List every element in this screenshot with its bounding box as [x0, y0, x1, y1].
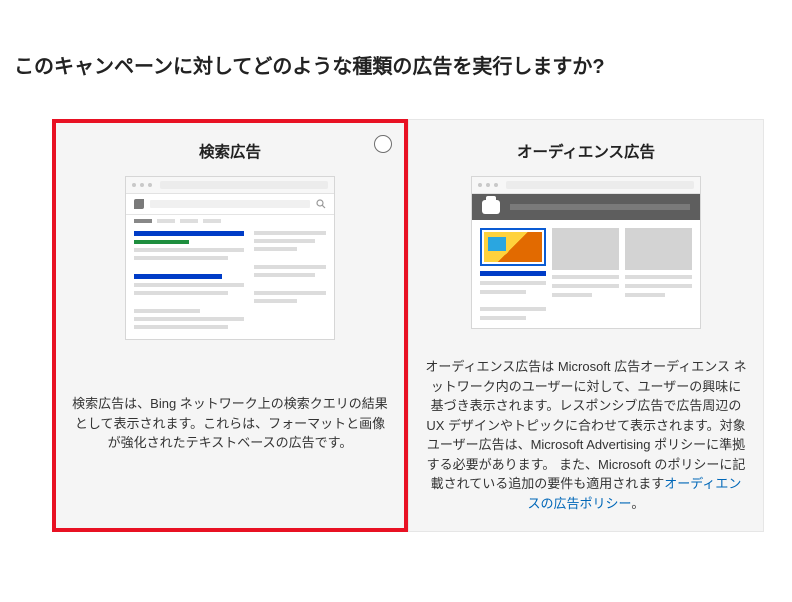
search-icon [316, 199, 326, 209]
illustration-search [69, 176, 391, 340]
page-title: このキャンペーンに対してどのような種類の広告を実行しますか? [14, 50, 778, 79]
card-search-desc: 検索広告は、Bing ネットワーク上の検索クエリの結果として表示されます。これら… [69, 394, 391, 453]
illustration-audience [425, 176, 747, 329]
card-audience-title: オーディエンス広告 [425, 140, 747, 162]
card-search-title: 検索広告 [69, 140, 391, 162]
card-audience-desc-suffix: 。 [631, 496, 644, 511]
ad-type-options: 検索広告 [14, 119, 778, 532]
card-audience-desc-text: オーディエンス広告は Microsoft 広告オーディエンス ネットワーク内のユ… [425, 359, 746, 491]
card-audience-desc: オーディエンス広告は Microsoft 広告オーディエンス ネットワーク内のユ… [425, 357, 747, 513]
radio-search-ads[interactable] [374, 135, 392, 153]
bing-icon [134, 199, 144, 209]
camera-icon [482, 200, 500, 214]
card-audience-ads[interactable]: オーディエンス広告 [408, 119, 764, 532]
card-search-ads[interactable]: 検索広告 [52, 119, 408, 532]
